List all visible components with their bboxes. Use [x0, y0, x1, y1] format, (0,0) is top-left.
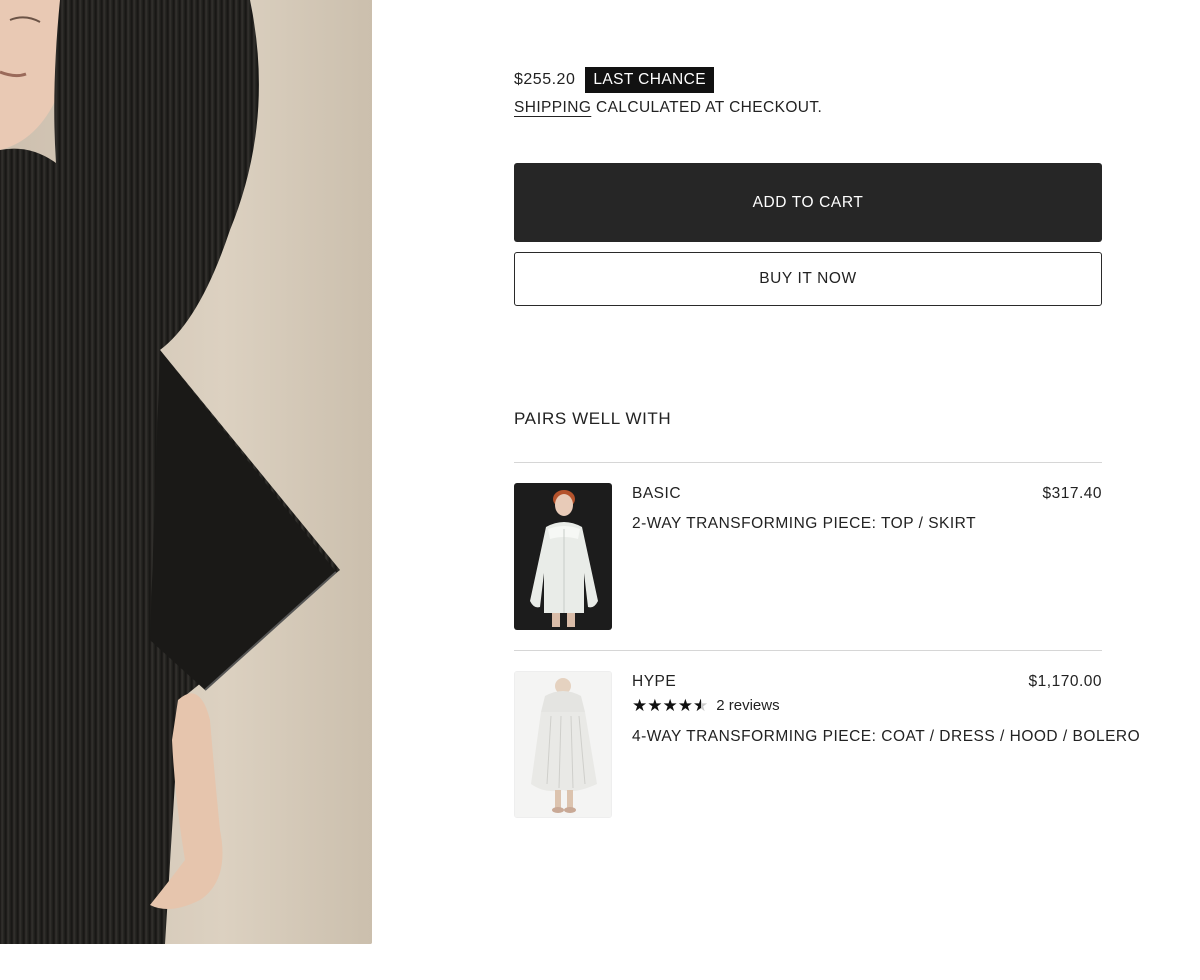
shipping-text: CALCULATED AT CHECKOUT. [596, 99, 823, 116]
star-icon: ★ [647, 696, 663, 715]
add-to-cart-button[interactable]: ADD TO CART [514, 163, 1102, 242]
pairs-well-with-heading: PAIRS WELL WITH [514, 409, 672, 428]
star-icon: ★ [632, 696, 648, 715]
shipping-link[interactable]: SHIPPING [514, 99, 591, 116]
star-icon: ★ [662, 696, 678, 715]
buy-it-now-button[interactable]: BUY IT NOW [514, 252, 1102, 306]
basic-thumbnail[interactable] [514, 483, 612, 630]
last-chance-badge: LAST CHANCE [585, 67, 714, 93]
price-row: $255.20 LAST CHANCE [514, 67, 714, 93]
pair-item-hype[interactable]: HYPE $1,170.00 ★ ★ ★ ★ ★ 2 reviews 4-WAY… [514, 671, 1140, 818]
pair-item-name[interactable]: BASIC [632, 485, 681, 503]
pair-item-description: 4-WAY TRANSFORMING PIECE: COAT / DRESS /… [632, 728, 1141, 745]
divider [514, 462, 1102, 463]
product-image [0, 0, 372, 944]
rating[interactable]: ★ ★ ★ ★ ★ 2 reviews [632, 697, 780, 714]
buy-it-now-label: BUY IT NOW [759, 270, 857, 287]
reviews-count[interactable]: 2 reviews [716, 697, 779, 714]
star-rating: ★ ★ ★ ★ ★ [632, 697, 708, 714]
pair-item-price: $1,170.00 [1028, 673, 1102, 690]
shipping-note: SHIPPING CALCULATED AT CHECKOUT. [514, 99, 822, 117]
product-price: $255.20 [514, 71, 576, 88]
pair-item-price: $317.40 [1042, 485, 1102, 502]
pair-item-description: 2-WAY TRANSFORMING PIECE: TOP / SKIRT [632, 515, 977, 532]
add-to-cart-label: ADD TO CART [752, 193, 864, 211]
hype-thumbnail[interactable] [514, 671, 612, 818]
half-star-icon: ★ [693, 697, 708, 714]
star-icon: ★ [677, 696, 693, 715]
divider [514, 650, 1102, 651]
pair-item-name[interactable]: HYPE [632, 673, 676, 691]
pair-item-basic[interactable]: BASIC $317.40 2-WAY TRANSFORMING PIECE: … [514, 483, 1102, 630]
